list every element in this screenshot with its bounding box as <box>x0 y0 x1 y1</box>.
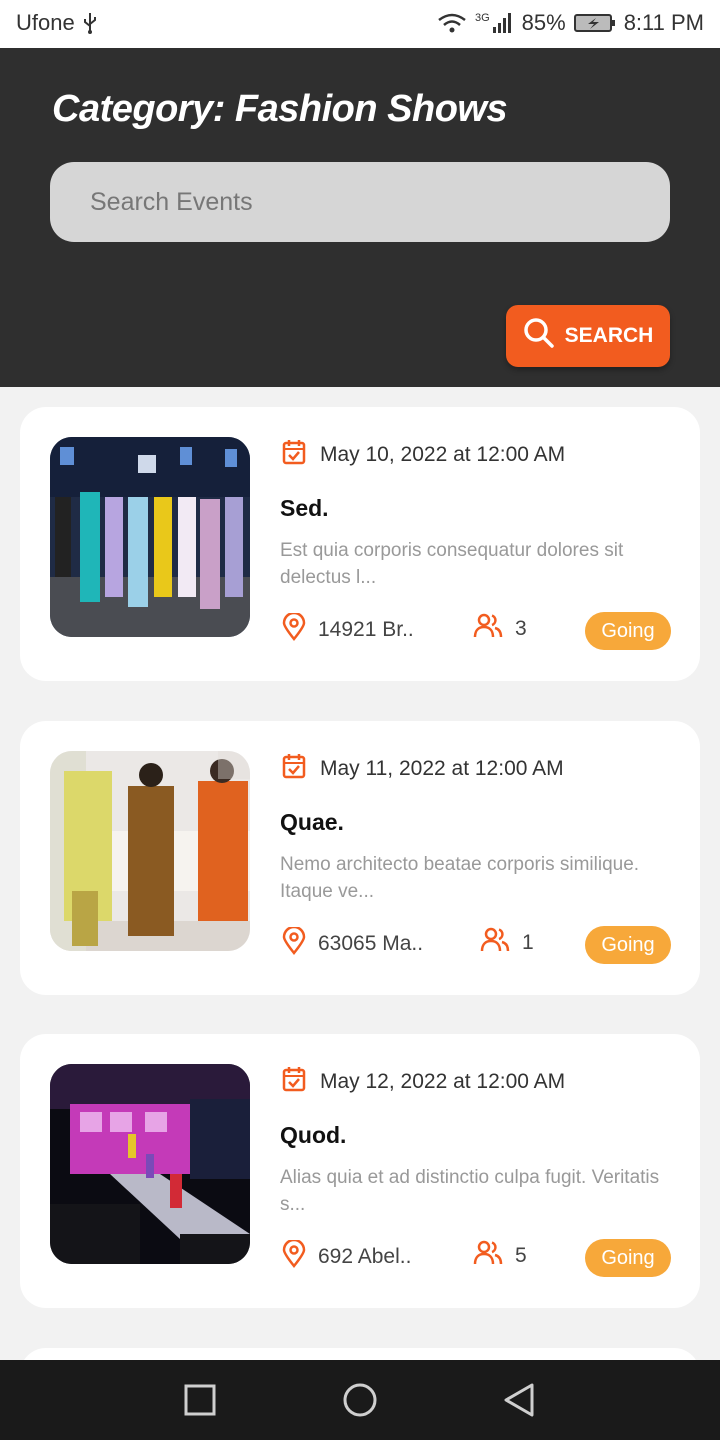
map-pin-icon <box>282 925 306 961</box>
event-location-text: 14921 Br.. <box>318 618 414 641</box>
battery-percent: 85% <box>521 10 566 35</box>
map-pin-icon <box>282 1238 306 1274</box>
users-icon <box>480 927 510 959</box>
event-date-text: May 11, 2022 at 12:00 AM <box>320 757 564 780</box>
system-nav-bar <box>0 1360 720 1440</box>
event-title: Sed. <box>280 495 329 521</box>
users-icon <box>473 1240 503 1272</box>
battery-icon <box>573 12 616 34</box>
header: Category: Fashion Shows SEARCH <box>0 48 720 387</box>
home-button[interactable] <box>342 1382 378 1423</box>
event-card[interactable]: May 10, 2022 at 12:00 AM Sed. Est quia c… <box>20 407 700 681</box>
network-type: 3G <box>474 12 490 24</box>
event-card[interactable]: May 11, 2022 at 12:00 AM Quae. Nemo arch… <box>20 721 700 995</box>
event-description: Est quia corporis consequatur dolores si… <box>280 540 624 588</box>
event-image <box>50 437 250 637</box>
attendee-count: 1 <box>522 931 534 954</box>
event-date-text: May 12, 2022 at 12:00 AM <box>320 1070 566 1093</box>
event-attendees: 3 <box>473 613 527 645</box>
signal-icon <box>492 12 514 34</box>
event-date: May 12, 2022 at 12:00 AM <box>282 1066 565 1098</box>
event-location: 14921 Br.. <box>282 611 414 647</box>
event-description: Alias quia et ad distinctio culpa fugit.… <box>280 1167 660 1215</box>
going-badge[interactable]: Going <box>585 926 671 964</box>
event-location: 692 Abel.. <box>282 1238 412 1274</box>
event-location-text: 63065 Ma.. <box>318 932 424 955</box>
map-pin-icon <box>282 611 306 647</box>
search-button-label: SEARCH <box>564 324 654 347</box>
search-input[interactable] <box>50 162 670 242</box>
event-attendees: 5 <box>473 1240 527 1272</box>
event-image <box>50 751 250 951</box>
event-image <box>50 1064 250 1264</box>
status-bar: Ufone 3G 85% 8:11 PM <box>0 0 720 48</box>
recents-button[interactable] <box>184 1382 216 1423</box>
event-date-text: May 10, 2022 at 12:00 AM <box>320 443 566 466</box>
event-title: Quod. <box>280 1122 347 1148</box>
event-attendees: 1 <box>480 927 534 959</box>
calendar-check-icon <box>282 753 306 785</box>
event-description: Nemo architecto beatae corporis similiqu… <box>280 854 640 902</box>
search-icon <box>523 317 555 355</box>
carrier-label: Ufone <box>16 10 75 35</box>
calendar-check-icon <box>282 439 306 471</box>
going-badge[interactable]: Going <box>585 612 671 650</box>
wifi-icon <box>437 12 467 34</box>
attendee-count: 5 <box>515 1244 527 1267</box>
calendar-check-icon <box>282 1066 306 1098</box>
users-icon <box>473 613 503 645</box>
event-title: Quae. <box>280 809 344 835</box>
clock: 8:11 PM <box>623 10 704 35</box>
back-button[interactable] <box>502 1382 536 1423</box>
event-date: May 11, 2022 at 12:00 AM <box>282 753 564 785</box>
usb-icon <box>83 12 97 34</box>
search-button[interactable]: SEARCH <box>506 305 670 367</box>
attendee-count: 3 <box>515 617 527 640</box>
event-card[interactable]: May 12, 2022 at 12:00 AM Quod. Alias qui… <box>20 1034 700 1308</box>
page-title: Category: Fashion Shows <box>52 88 508 130</box>
event-location-text: 692 Abel.. <box>318 1245 412 1268</box>
going-badge[interactable]: Going <box>585 1239 671 1277</box>
event-location: 63065 Ma.. <box>282 925 424 961</box>
event-date: May 10, 2022 at 12:00 AM <box>282 439 565 471</box>
